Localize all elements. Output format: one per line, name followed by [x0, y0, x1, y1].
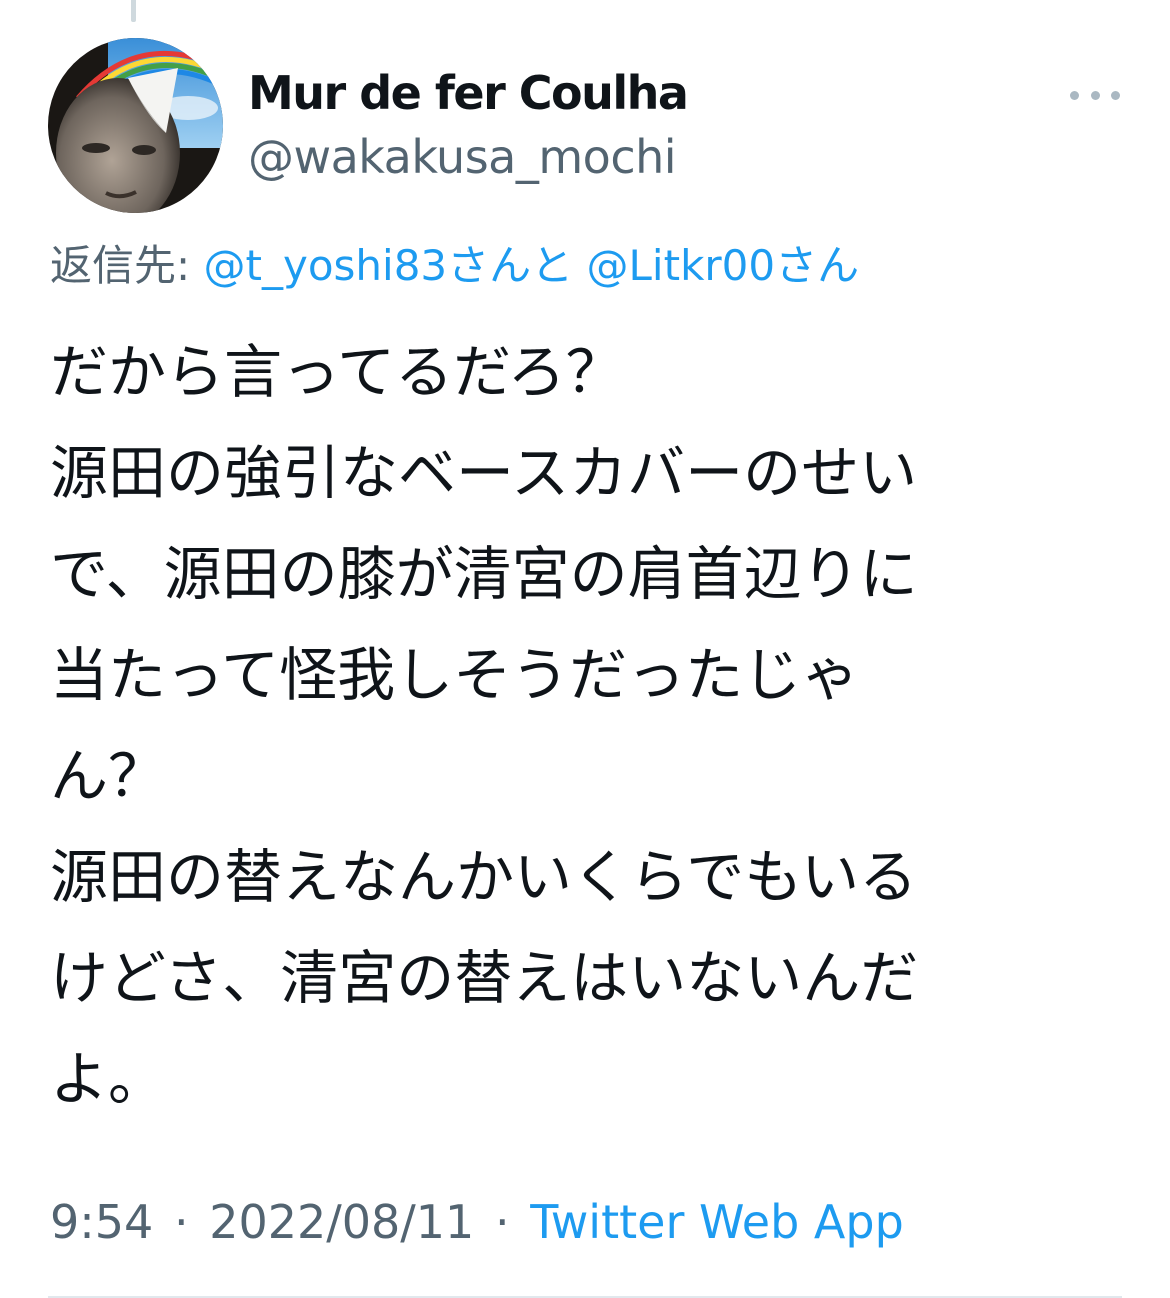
more-options-icon[interactable]	[1070, 80, 1120, 110]
reply-suffix: さん	[775, 241, 860, 290]
tweet-meta: 9:54 · 2022/08/11 · Twitter Web App	[50, 1192, 904, 1252]
more-dot	[1111, 90, 1120, 100]
reply-mention-t-yoshi83[interactable]: @t_yoshi83	[204, 241, 448, 290]
tweet-text-line: だから言ってるだろ？	[50, 338, 624, 406]
user-handle[interactable]: @wakakusa_mochi	[248, 130, 677, 184]
tweet-text: だから言ってるだろ？ 源田の強引なベースカバーのせい で、源田の膝が清宮の肩首辺…	[50, 322, 1070, 1130]
reply-context: 返信先: @t_yoshi83さんと @Litkr00さん	[50, 238, 859, 294]
tweet-text-line: よ。	[50, 1045, 167, 1113]
meta-separator: ·	[173, 1195, 189, 1249]
tweet-time[interactable]: 9:54	[50, 1195, 153, 1249]
reply-mention-litkr00[interactable]: @Litkr00	[587, 241, 776, 290]
more-dot	[1070, 90, 1079, 100]
thread-connector-line	[131, 0, 136, 22]
tweet-text-line: 源田の替えなんかいくらでもいる	[50, 843, 918, 911]
tweet-source-link[interactable]: Twitter Web App	[530, 1195, 904, 1249]
reply-label: 返信先:	[50, 241, 191, 290]
tweet-text-line: 当たって怪我しそうだったじゃ	[50, 641, 860, 709]
reply-joiner: さんと	[447, 241, 574, 290]
tweet-text-line: ん？	[50, 742, 167, 810]
meta-separator: ·	[494, 1195, 510, 1249]
avatar[interactable]	[48, 38, 223, 213]
avatar-image	[48, 38, 223, 213]
more-dot	[1090, 90, 1100, 100]
tweet-text-line: 源田の強引なベースカバーのせい	[50, 439, 918, 507]
tweet-date[interactable]: 2022/08/11	[209, 1195, 474, 1249]
display-name[interactable]: Mur de fer Coulha	[248, 66, 689, 120]
tweet-text-line: けどさ、清宮の替えはいないんだ	[50, 944, 919, 1012]
tweet-text-line: で、源田の膝が清宮の肩首辺りに	[50, 540, 918, 608]
